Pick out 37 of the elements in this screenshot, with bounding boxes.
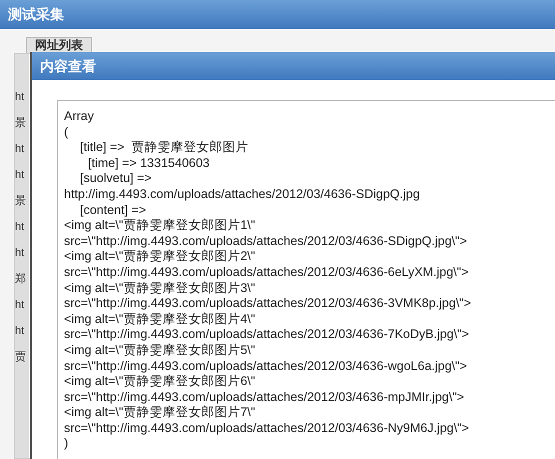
code-line: <img alt=\"贾静雯摩登女郎图片7\": [64, 405, 256, 421]
dialog-title: 内容查看: [40, 56, 96, 76]
code-line: [title] => 贾静雯摩登女郎图片: [79, 140, 250, 156]
list-cell: 郑: [15, 272, 26, 286]
code-line: Array: [64, 109, 95, 125]
list-cell: ht: [15, 168, 24, 182]
code-line: <img alt=\"贾静雯摩登女郎图片5\": [64, 342, 256, 358]
list-cell: ht: [15, 298, 24, 312]
list-cell: ht: [15, 90, 24, 104]
window-title: 测试采集: [8, 5, 64, 24]
list-cell: ht: [15, 220, 24, 234]
code-line: src=\"http://img.4493.com/uploads/attaches/2012/03/4636-6eLyXM.jpg\">: [64, 264, 470, 281]
code-line: src=\"http://img.4493.com/uploads/attaches/2012/03/4636-Ny9M6J.jpg\">: [64, 420, 470, 436]
code-line: <img alt=\"贾静雯摩登女郎图片6\": [64, 374, 256, 390]
code-line: http://img.4493.com/uploads/attaches/2012/03/4636-SDigpQ.jpg: [64, 186, 421, 203]
list-cell: 贾: [15, 350, 26, 364]
code-line: [content] =>: [79, 202, 148, 218]
code-line: (: [64, 124, 70, 140]
list-cell: 景: [15, 194, 26, 208]
code-line: src=\"http://img.4493.com/uploads/attaches/2012/03/4636-wgoL6a.jpg\">: [64, 358, 468, 374]
code-line: [suolvetu] =>: [79, 171, 153, 187]
list-cell: ht: [15, 324, 24, 338]
code-line: ): [64, 436, 70, 452]
content-textarea[interactable]: [57, 100, 555, 459]
list-cell: 景: [15, 116, 26, 130]
code-line: <img alt=\"贾静雯摩登女郎图片3\": [64, 280, 256, 296]
code-line: <img alt=\"贾静雯摩登女郎图片1\": [64, 218, 256, 234]
code-line: src=\"http://img.4493.com/uploads/attaches/2012/03/4636-7KoDyB.jpg\">: [64, 327, 470, 343]
tab[interactable]: 网址列表: [26, 37, 92, 53]
code-line: [time] => 1331540603: [87, 156, 211, 172]
code-line: src=\"http://img.4493.com/uploads/attaches/2012/03/4636-3VMK8p.jpg\">: [64, 296, 472, 312]
code-line: <img alt=\"贾静雯摩登女郎图片2\": [64, 249, 256, 265]
list-cell: ht: [15, 246, 24, 260]
list-cell: ht: [15, 142, 24, 156]
code-line: <img alt=\"贾静雯摩登女郎图片4\": [64, 312, 256, 328]
code-line: src=\"http://img.4493.com/uploads/attaches/2012/03/4636-mpJMIr.jpg\">: [64, 390, 466, 406]
code-line: src=\"http://img.4493.com/uploads/attaches/2012/03/4636-SDigpQ.jpg\">: [64, 234, 468, 250]
